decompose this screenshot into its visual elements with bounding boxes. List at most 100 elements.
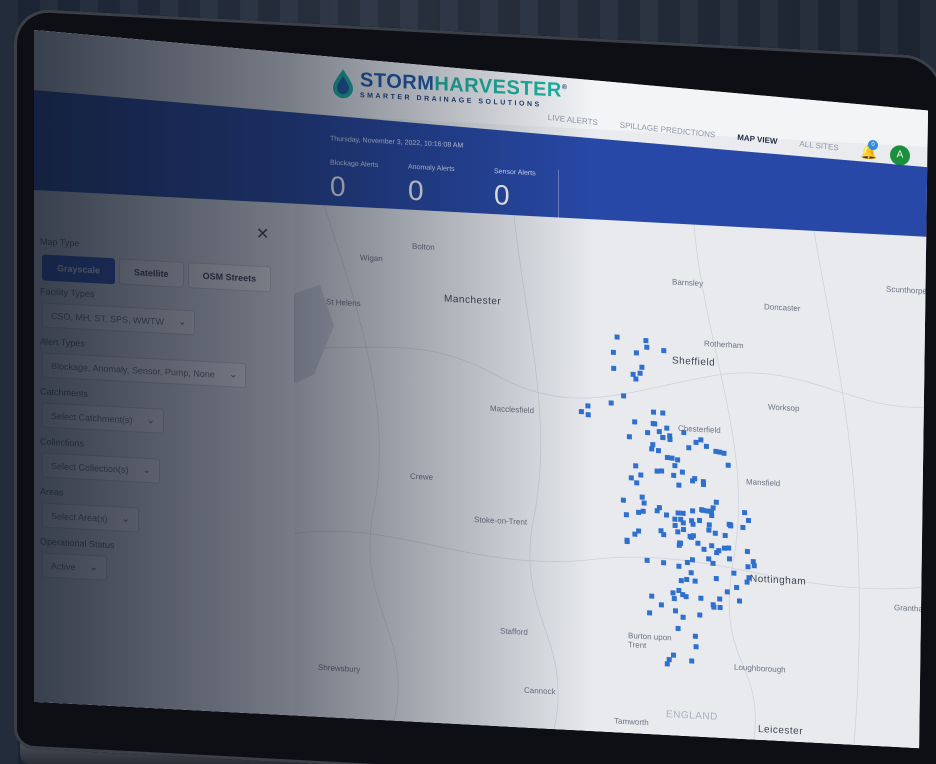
site-marker[interactable] — [694, 644, 699, 649]
site-marker[interactable] — [621, 393, 626, 398]
site-marker[interactable] — [693, 634, 698, 639]
site-marker[interactable] — [727, 556, 732, 561]
site-marker[interactable] — [655, 469, 660, 474]
site-marker[interactable] — [660, 410, 665, 415]
site-marker[interactable] — [656, 448, 661, 453]
site-marker[interactable] — [706, 556, 711, 561]
site-marker[interactable] — [680, 470, 685, 475]
site-marker[interactable] — [717, 596, 722, 601]
site-marker[interactable] — [722, 546, 727, 551]
map-type-osm-streets[interactable]: OSM Streets — [188, 262, 272, 292]
site-marker[interactable] — [675, 457, 680, 462]
site-marker[interactable] — [632, 419, 637, 424]
site-marker[interactable] — [685, 560, 690, 565]
site-marker[interactable] — [679, 578, 684, 583]
site-marker[interactable] — [627, 434, 632, 439]
site-marker[interactable] — [650, 442, 655, 447]
site-marker[interactable] — [638, 371, 643, 376]
site-marker[interactable] — [615, 334, 620, 339]
site-marker[interactable] — [745, 579, 750, 584]
site-marker[interactable] — [676, 588, 681, 593]
site-marker[interactable] — [717, 450, 722, 455]
site-marker[interactable] — [681, 615, 686, 620]
site-marker[interactable] — [661, 560, 666, 565]
site-marker[interactable] — [691, 522, 696, 527]
close-icon[interactable]: ✕ — [256, 224, 269, 245]
site-marker[interactable] — [701, 482, 706, 487]
site-marker[interactable] — [624, 512, 629, 517]
site-marker[interactable] — [745, 549, 750, 554]
site-marker[interactable] — [709, 543, 714, 548]
site-marker[interactable] — [684, 594, 689, 599]
site-marker[interactable] — [651, 410, 656, 415]
site-marker[interactable] — [714, 576, 719, 581]
site-marker[interactable] — [700, 508, 705, 513]
site-marker[interactable] — [673, 523, 678, 528]
site-marker[interactable] — [709, 513, 714, 518]
site-marker[interactable] — [659, 468, 664, 473]
site-marker[interactable] — [681, 527, 686, 532]
catchments-select[interactable]: Select Catchment(s) ⌄ — [42, 402, 164, 433]
site-marker[interactable] — [643, 338, 648, 343]
site-marker[interactable] — [742, 510, 747, 515]
site-marker[interactable] — [636, 510, 641, 515]
site-marker[interactable] — [676, 564, 681, 569]
site-marker[interactable] — [706, 528, 711, 533]
site-marker[interactable] — [633, 463, 638, 468]
site-marker[interactable] — [707, 522, 712, 527]
site-marker[interactable] — [641, 509, 646, 514]
alert-types-select[interactable]: Blockage, Anomaly, Sensor, Pump, None ⌄ — [42, 352, 246, 388]
site-marker[interactable] — [672, 596, 677, 601]
site-marker[interactable] — [642, 500, 647, 505]
site-marker[interactable] — [638, 472, 643, 477]
site-marker[interactable] — [697, 612, 702, 617]
site-marker[interactable] — [726, 463, 731, 468]
site-marker[interactable] — [659, 528, 664, 533]
site-marker[interactable] — [659, 602, 664, 607]
site-marker[interactable] — [676, 626, 681, 631]
site-marker[interactable] — [728, 523, 733, 528]
site-marker[interactable] — [657, 505, 662, 510]
avatar[interactable]: A — [890, 145, 910, 166]
site-marker[interactable] — [725, 589, 730, 594]
blockage-alerts[interactable]: Blockage Alerts 0 — [330, 160, 378, 206]
site-marker[interactable] — [633, 376, 638, 381]
site-marker[interactable] — [693, 579, 698, 584]
site-marker[interactable] — [647, 610, 652, 615]
site-marker[interactable] — [702, 547, 707, 552]
site-marker[interactable] — [698, 437, 703, 442]
site-marker[interactable] — [690, 557, 695, 562]
site-marker[interactable] — [636, 528, 641, 533]
site-marker[interactable] — [711, 505, 716, 510]
operational-status-select[interactable]: Active ⌄ — [42, 552, 107, 580]
site-marker[interactable] — [661, 348, 666, 353]
site-marker[interactable] — [629, 475, 634, 480]
site-marker[interactable] — [740, 525, 745, 530]
site-marker[interactable] — [649, 594, 654, 599]
map-canvas[interactable] — [294, 204, 928, 749]
site-marker[interactable] — [665, 455, 670, 460]
site-marker[interactable] — [585, 403, 590, 408]
map-type-grayscale[interactable]: Grayscale — [42, 254, 115, 284]
site-marker[interactable] — [664, 426, 669, 431]
site-marker[interactable] — [625, 538, 630, 543]
site-marker[interactable] — [691, 533, 696, 538]
site-marker[interactable] — [661, 435, 666, 440]
site-marker[interactable] — [737, 598, 742, 603]
site-marker[interactable] — [684, 577, 689, 582]
site-marker[interactable] — [746, 518, 751, 523]
site-marker[interactable] — [689, 658, 694, 663]
site-marker[interactable] — [664, 512, 669, 517]
site-marker[interactable] — [676, 482, 681, 487]
site-marker[interactable] — [672, 463, 677, 468]
site-marker[interactable] — [689, 570, 694, 575]
site-marker[interactable] — [611, 350, 616, 355]
site-marker[interactable] — [611, 366, 616, 371]
anomaly-alerts[interactable]: Anomaly Alerts 0 — [408, 164, 455, 209]
site-marker[interactable] — [695, 541, 700, 546]
site-marker[interactable] — [634, 480, 639, 485]
collections-select[interactable]: Select Collection(s) ⌄ — [42, 452, 160, 483]
map-type-satellite[interactable]: Satellite — [119, 258, 184, 287]
areas-select[interactable]: Select Area(s) ⌄ — [42, 502, 139, 532]
site-marker[interactable] — [677, 540, 682, 545]
